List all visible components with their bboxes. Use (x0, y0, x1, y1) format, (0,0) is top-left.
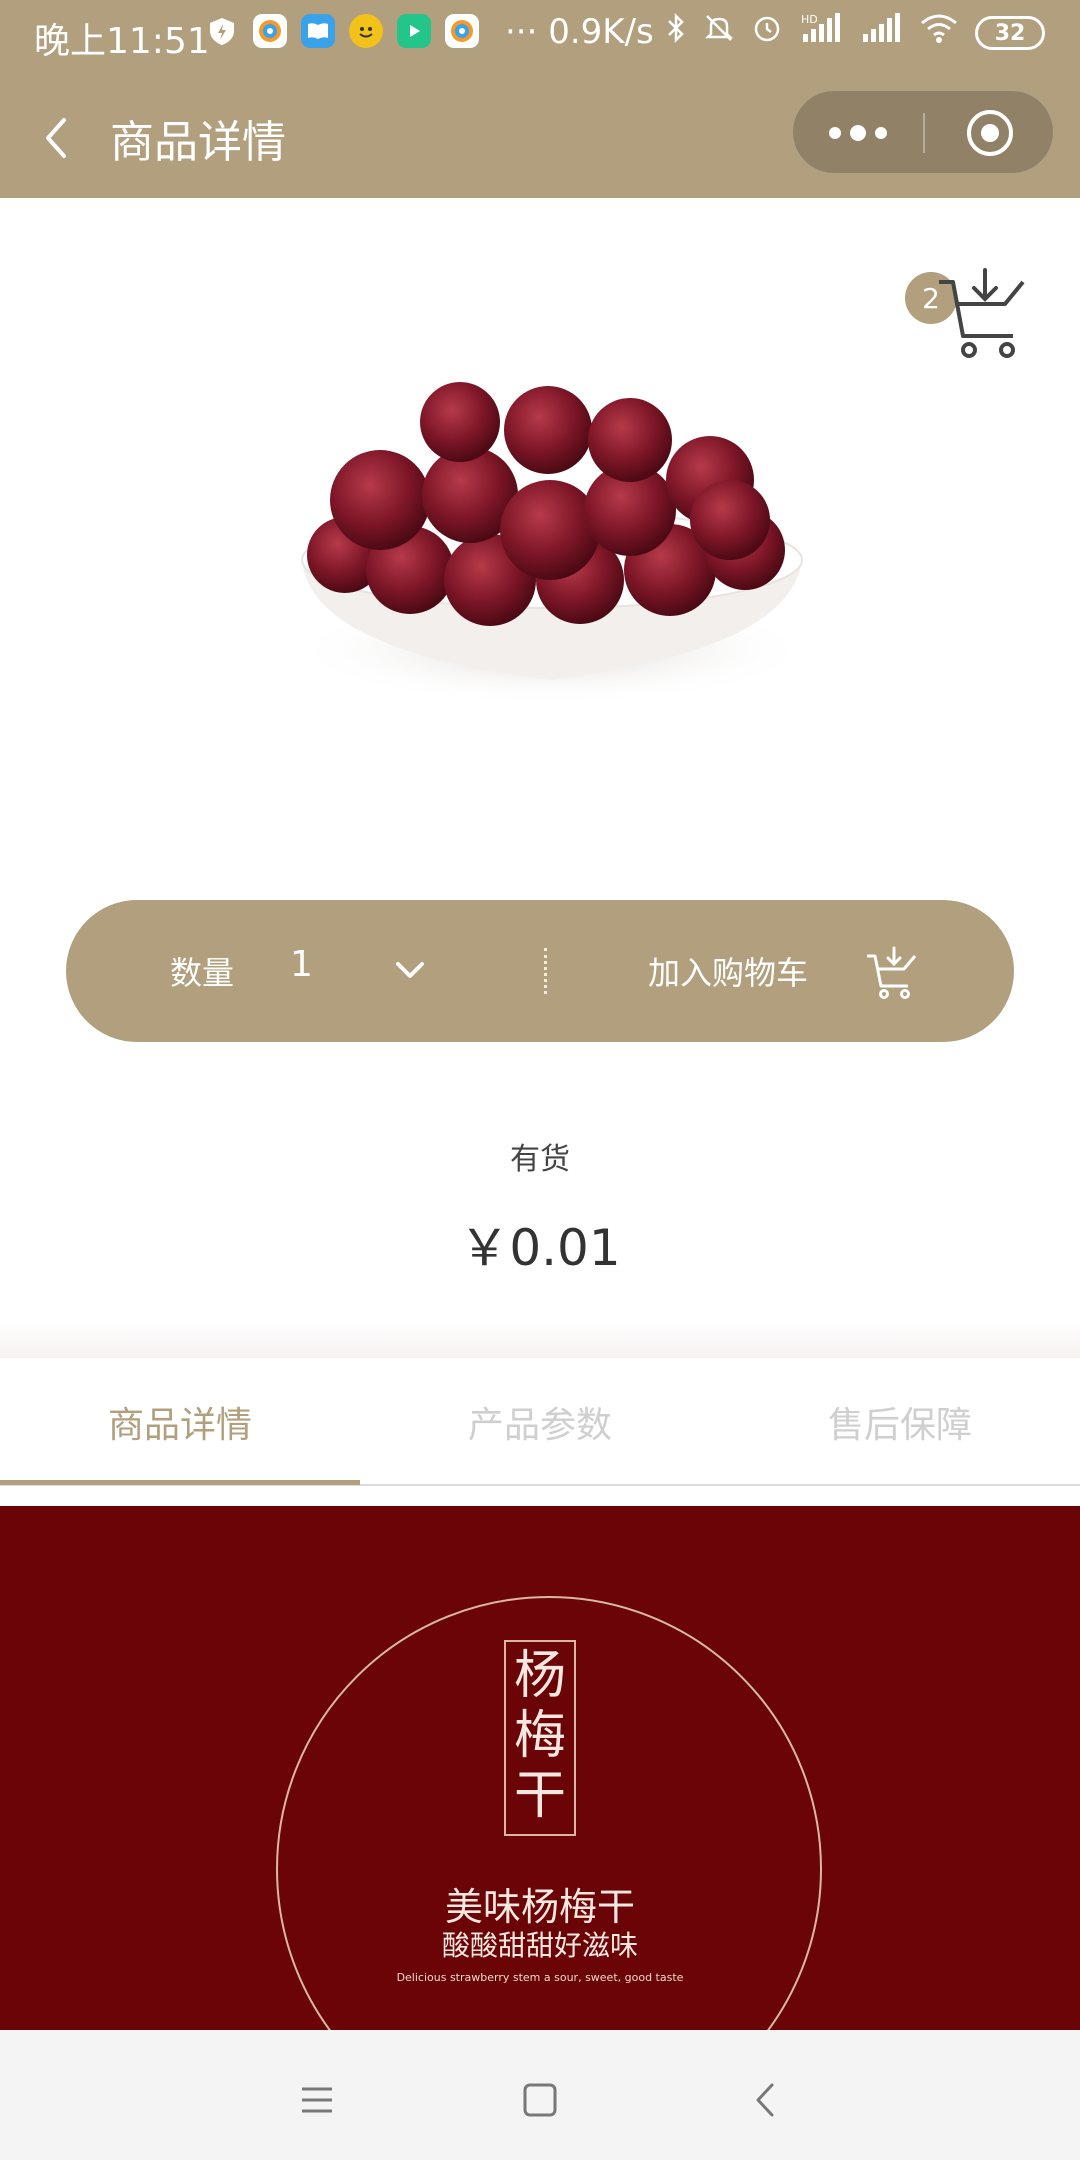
detail-tabs: 商品详情 产品参数 售后保障 (0, 1358, 1080, 1486)
stock-status: 有货 (510, 1142, 570, 1177)
battery-indicator: 32 (975, 16, 1045, 50)
signal-icon: HD (799, 12, 845, 52)
system-back-button[interactable] (742, 2075, 792, 2125)
system-navigation-bar (0, 2030, 1080, 2160)
banner-title-char: 杨 (513, 1646, 566, 1706)
status-bar: 晚上11:51 ··· 0.9K/s HD 32 (0, 0, 1080, 70)
tab-product-details[interactable]: 商品详情 (0, 1358, 360, 1486)
back-button[interactable] (30, 108, 90, 168)
mute-icon (703, 12, 735, 52)
banner-subheadline: 酸酸甜甜好滋味 (441, 1929, 638, 1962)
hd-label: HD (801, 13, 818, 26)
page-title: 商品详情 (110, 117, 286, 168)
product-image (292, 382, 810, 705)
close-miniprogram-button[interactable] (925, 91, 1055, 175)
signal-icon (861, 12, 903, 52)
cart-button[interactable]: 2 (905, 262, 1030, 362)
purchase-action-bar: 数量 1 加入购物车 (66, 900, 1014, 1042)
video-icon (397, 14, 431, 48)
network-speed: ··· 0.9K/s (505, 12, 654, 52)
product-detail-banner: 杨 梅 干 美味杨梅干 酸酸甜甜好滋味 Delicious strawberry… (0, 1506, 1080, 2030)
section-divider (0, 1320, 1080, 1358)
tab-product-parameters[interactable]: 产品参数 (360, 1358, 720, 1486)
banner-title: 杨 梅 干 (504, 1640, 576, 1836)
chevron-left-icon (46, 118, 66, 158)
wifi-icon (919, 12, 959, 52)
banner-english-caption: Delicious strawberry stem a sour, sweet,… (396, 1971, 684, 1984)
product-price: ￥0.01 (459, 1219, 621, 1277)
bluetooth-icon (665, 12, 687, 52)
banner-title-char: 干 (513, 1766, 566, 1826)
chevron-left-icon (756, 2083, 774, 2117)
chevron-down-icon (396, 962, 424, 978)
square-icon (523, 2083, 557, 2117)
browser-icon (253, 14, 287, 48)
more-dots-icon (829, 125, 887, 141)
more-button[interactable] (793, 91, 923, 175)
browser-icon (445, 14, 479, 48)
action-divider (544, 948, 547, 994)
miniprogram-capsule (792, 90, 1054, 174)
banner-headline: 美味杨梅干 (444, 1885, 635, 1929)
status-indicators: HD (665, 12, 959, 52)
status-time: 晚上11:51 (34, 21, 210, 62)
quantity-value[interactable]: 1 (290, 944, 313, 985)
shield-icon (205, 14, 239, 48)
add-to-cart-icon-button[interactable] (864, 944, 920, 1000)
quantity-label: 数量 (170, 954, 235, 992)
status-app-icons (205, 14, 479, 48)
emoji-icon (349, 14, 383, 48)
home-button[interactable] (515, 2075, 565, 2125)
banner-title-char: 梅 (513, 1706, 566, 1766)
cart-download-icon (939, 268, 1025, 358)
top-bar: 晚上11:51 ··· 0.9K/s HD 32 商品详情 (0, 0, 1080, 198)
title-bar: 商品详情 (0, 86, 1080, 196)
alarm-icon (751, 12, 783, 52)
cart-download-icon (867, 946, 917, 999)
menu-button[interactable] (292, 2075, 342, 2125)
menu-icon (302, 2087, 332, 2113)
add-to-cart-button[interactable]: 加入购物车 (648, 948, 808, 994)
target-circle-icon (967, 110, 1013, 156)
book-icon (301, 14, 335, 48)
tab-after-sales[interactable]: 售后保障 (720, 1358, 1080, 1486)
quantity-dropdown-button[interactable] (384, 944, 436, 996)
active-tab-indicator (0, 1480, 360, 1485)
